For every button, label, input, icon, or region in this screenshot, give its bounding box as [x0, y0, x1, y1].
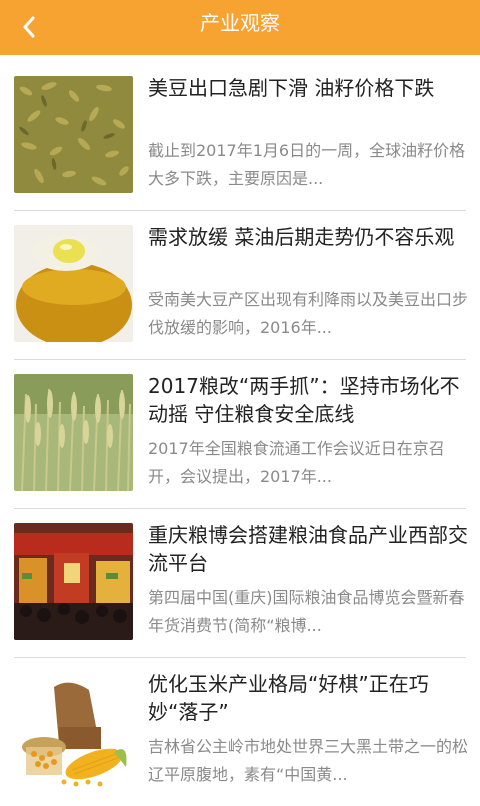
article-item[interactable]: 美豆出口急剧下滑 油籽价格下跌 截止到2017年1月6日的一周，全球油籽价格大多…: [14, 62, 466, 211]
article-summary: 吉林省公主岭市地处世界三大黑土带之一的松辽平原腹地，素有“中国黄...: [148, 737, 468, 784]
article-thumbnail-expo-hall: [14, 523, 133, 640]
article-title: 需求放缓 菜油后期走势仍不容乐观: [148, 225, 455, 249]
article-summary: 截止到2017年1月6日的一周，全球油籽价格大多下跌，主要原因是...: [148, 141, 466, 188]
page-title: 产业观察: [200, 11, 280, 35]
article-item[interactable]: 重庆粮博会搭建粮油食品产业西部交流平台 第四届中国(重庆)国际粮油食品博览会暨新…: [14, 509, 468, 658]
article-title: 2017粮改“两手抓”：坚持市场化不动摇 守住粮食安全底线: [148, 374, 460, 426]
article-item[interactable]: 2017粮改“两手抓”：坚持市场化不动摇 守住粮食安全底线 2017年全国粮食流…: [14, 360, 466, 509]
article-thumbnail-soybeans: [14, 76, 133, 193]
article-item[interactable]: 需求放缓 菜油后期走势仍不容乐观 受南美大豆产区出现有利降雨以及美豆出口步伐放缓…: [14, 211, 468, 360]
article-thumbnail-wheat-field: [14, 374, 133, 491]
article-title: 美豆出口急剧下滑 油籽价格下跌: [148, 76, 435, 100]
article-title: 优化玉米产业格局“好棋”正在巧妙“落子”: [148, 672, 429, 724]
article-list: 美豆出口急剧下滑 油籽价格下跌 截止到2017年1月6日的一周，全球油籽价格大多…: [0, 62, 480, 806]
article-thumbnail-corn: [14, 672, 133, 789]
article-thumbnail-oil: [14, 225, 133, 342]
article-title: 重庆粮博会搭建粮油食品产业西部交流平台: [148, 523, 468, 575]
article-item[interactable]: 优化玉米产业格局“好棋”正在巧妙“落子” 吉林省公主岭市地处世界三大黑土带之一的…: [14, 658, 468, 806]
article-summary: 受南美大豆产区出现有利降雨以及美豆出口步伐放缓的影响，2016年...: [148, 290, 468, 337]
article-summary: 第四届中国(重庆)国际粮油食品博览会暨新春年货消费节(简称“粮博...: [148, 588, 465, 635]
article-summary: 2017年全国粮食流通工作会议近日在京召开，会议提出，2017年...: [148, 439, 445, 486]
top-bar: 产业观察: [0, 0, 480, 55]
